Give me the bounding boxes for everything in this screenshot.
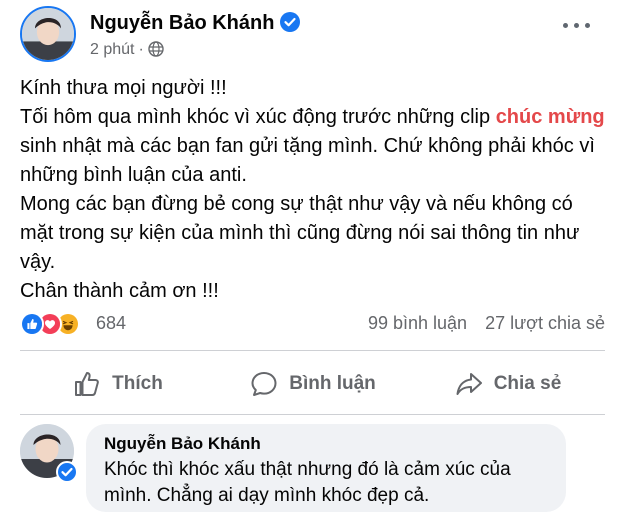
globe-icon	[148, 41, 164, 57]
comment-bubble: Nguyễn Bảo Khánh Khóc thì khóc xấu thật …	[86, 424, 566, 512]
comment-bubble-icon	[251, 372, 277, 396]
highlighted-phrase: chúc mừng	[495, 106, 605, 128]
reactions-summary: 684 99 bình luận 27 lượt chia sẻ	[20, 308, 605, 340]
share-count[interactable]: 27 lượt chia sẻ	[485, 313, 605, 333]
like-button[interactable]: Thích	[20, 356, 215, 412]
comment-count[interactable]: 99 bình luận	[368, 313, 467, 333]
verified-badge-icon	[280, 12, 301, 32]
meta-separator: ·	[138, 41, 144, 58]
post-meta: 2 phút ·	[90, 41, 164, 59]
post-text-segment: Kính thưa mọi người !!!	[20, 77, 227, 99]
more-dot-icon	[584, 22, 590, 28]
post-paragraph: Tối hôm qua mình khóc vì xúc động trước …	[20, 103, 610, 190]
thumbs-up-icon	[75, 372, 99, 396]
engagement-counts: 99 bình luận 27 lượt chia sẻ	[368, 313, 605, 334]
post-text: Kính thưa mọi người !!! Tối hôm qua mình …	[20, 74, 610, 306]
more-dot-icon	[562, 22, 568, 28]
divider	[20, 350, 605, 351]
comment-author[interactable]: Nguyễn Bảo Khánh	[104, 434, 548, 454]
post-actions: Thích Bình luận Chia sẻ	[20, 356, 605, 412]
post-text-segment: Mong các bạn đừng bẻ cong sự thật như vậ…	[20, 193, 580, 273]
post-header: Nguyễn Bảo Khánh 2 phút ·	[0, 0, 620, 70]
more-dot-icon	[573, 22, 579, 28]
post-text-segment: Chân thành cảm ơn !!!	[20, 280, 219, 302]
comment: Nguyễn Bảo Khánh Khóc thì khóc xấu thật …	[20, 424, 610, 514]
share-arrow-icon	[456, 373, 482, 395]
like-reaction-icon	[20, 312, 44, 336]
share-label: Chia sẻ	[493, 373, 562, 394]
comment-text: Khóc thì khóc xấu thật nhưng đó là cảm x…	[104, 459, 511, 506]
reaction-count[interactable]: 684	[96, 313, 126, 334]
more-options-button[interactable]	[554, 14, 598, 36]
comment-label: Bình luận	[289, 373, 376, 394]
comment-button[interactable]: Bình luận	[215, 356, 410, 412]
author-name[interactable]: Nguyễn Bảo Khánh	[90, 12, 301, 35]
like-label: Thích	[112, 373, 163, 394]
avatar-portrait-icon	[22, 8, 74, 60]
post-paragraph: Mong các bạn đừng bẻ cong sự thật như vậ…	[20, 190, 610, 277]
author-name-text[interactable]: Nguyễn Bảo Khánh	[90, 12, 274, 34]
post-text-segment: Tối hôm qua mình khóc vì xúc động trước …	[20, 106, 496, 128]
divider	[20, 414, 605, 415]
post-paragraph: Chân thành cảm ơn !!!	[20, 277, 610, 306]
author-avatar[interactable]	[20, 6, 76, 62]
post-text-segment: sinh nhật mà các bạn fan gửi tặng mình. …	[20, 135, 595, 186]
share-button[interactable]: Chia sẻ	[410, 356, 605, 412]
verified-badge-icon	[56, 461, 78, 483]
post-time[interactable]: 2 phút	[90, 41, 134, 58]
post-paragraph: Kính thưa mọi người !!!	[20, 74, 610, 103]
